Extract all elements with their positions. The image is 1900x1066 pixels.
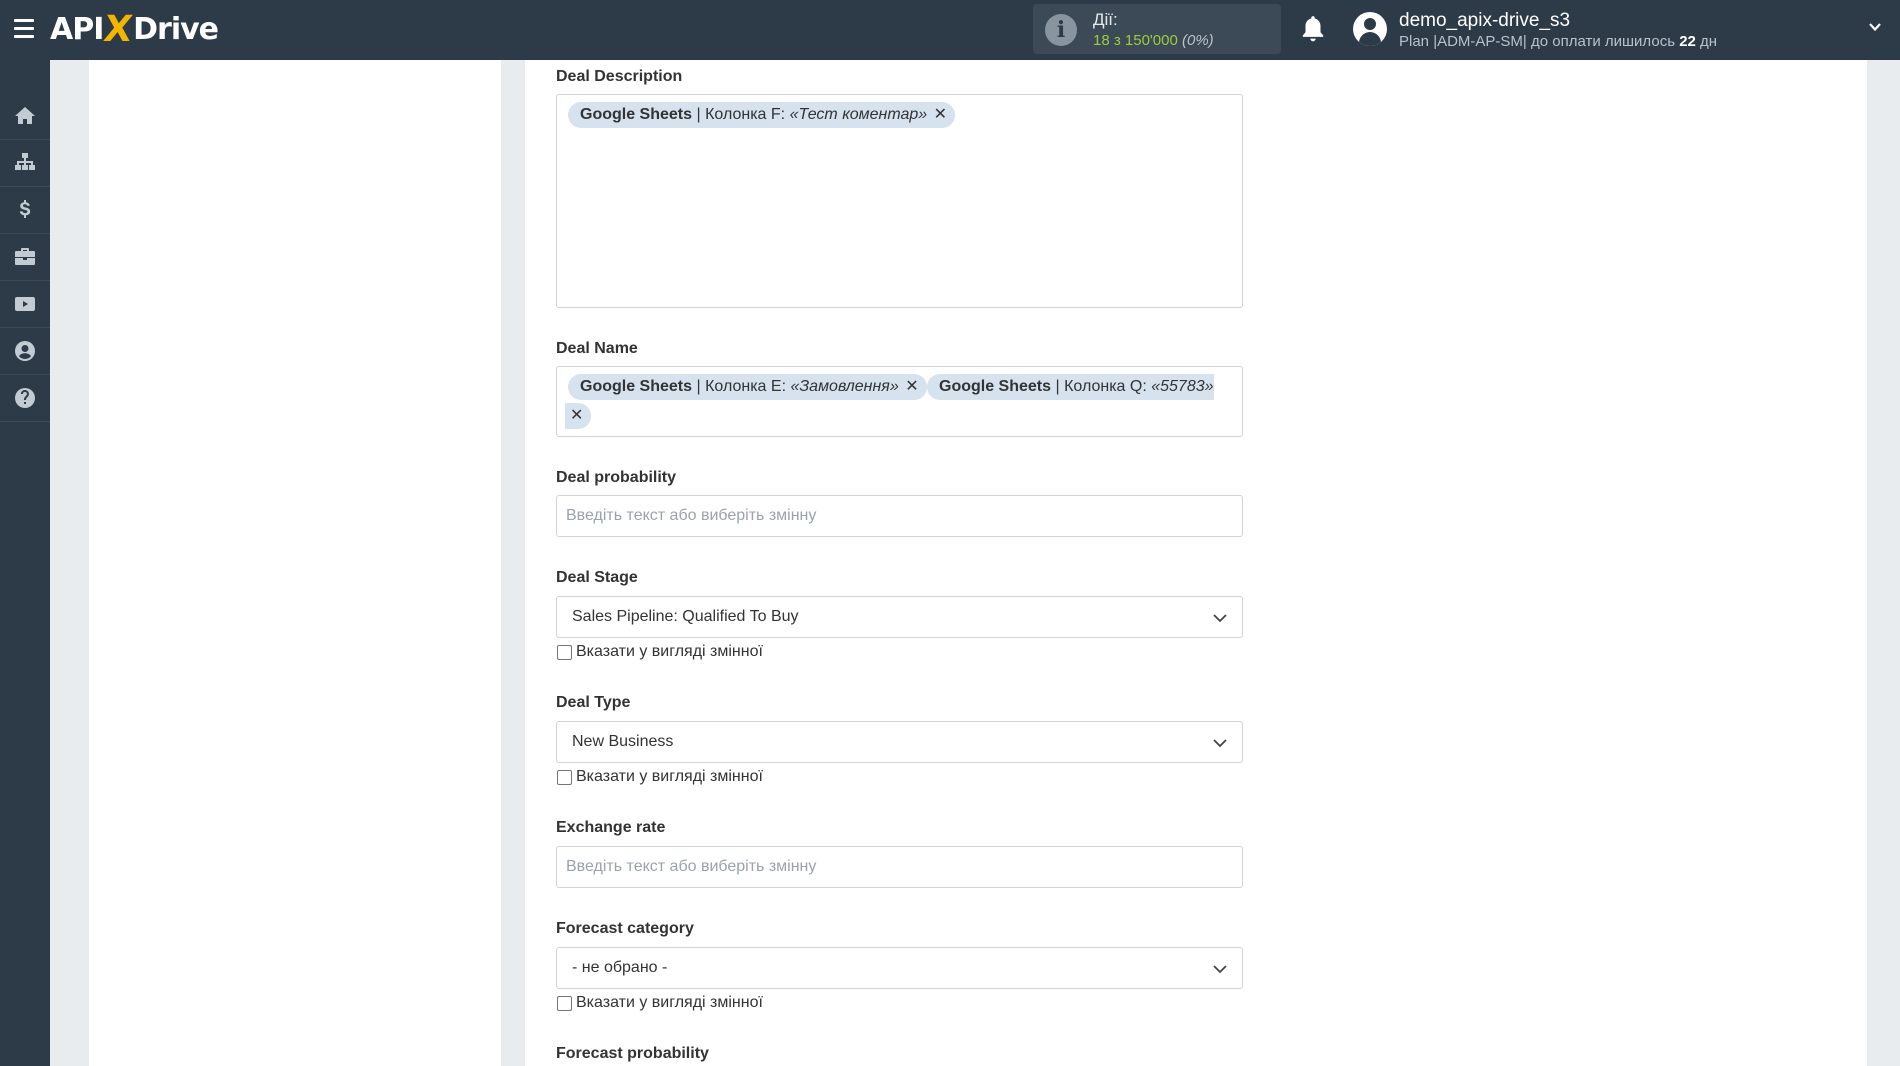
deal-probability-label: Deal probability bbox=[556, 469, 677, 486]
sidebar-item-videos[interactable] bbox=[0, 281, 50, 328]
tag-column: | Колонка F: bbox=[692, 106, 790, 123]
logo-text-drive: Drive bbox=[133, 12, 219, 47]
sitemap-icon bbox=[15, 153, 35, 170]
sidebar-item-account[interactable] bbox=[0, 328, 50, 375]
logo-text-api: API bbox=[50, 12, 104, 47]
remove-tag-icon[interactable]: ✕ bbox=[570, 407, 583, 424]
actions-percent: (0%) bbox=[1182, 32, 1214, 49]
chevron-down-icon bbox=[1213, 739, 1227, 748]
actions-counter[interactable]: i Дії: 18 з 150'000 (0%) bbox=[1033, 4, 1281, 54]
deal-description-field[interactable]: Google Sheets | Колонка F: «Тест комента… bbox=[556, 94, 1243, 308]
apix-drive-logo[interactable]: API X Drive bbox=[50, 9, 219, 50]
sidebar-item-billing[interactable] bbox=[0, 187, 50, 234]
deal-probability-input[interactable] bbox=[556, 495, 1243, 537]
menu-icon[interactable] bbox=[14, 19, 34, 38]
logo-text-x: X bbox=[101, 9, 136, 50]
deal-description-label: Deal Description bbox=[556, 68, 683, 85]
user-circle-icon bbox=[15, 341, 35, 361]
exchange-rate-input[interactable] bbox=[556, 846, 1243, 888]
actions-value: 18 з 150'000 (0%) bbox=[1093, 32, 1214, 49]
remove-tag-button[interactable]: ✕ bbox=[565, 403, 592, 429]
chevron-down-icon bbox=[1213, 965, 1227, 974]
checkbox[interactable] bbox=[557, 769, 572, 785]
sidebar bbox=[0, 60, 50, 1066]
deal-type-label: Deal Type bbox=[556, 694, 631, 711]
variable-tag[interactable]: Google Sheets | Колонка E: «Замовлення» … bbox=[568, 374, 927, 400]
tag-value: «Тест коментар» bbox=[789, 106, 928, 123]
question-icon bbox=[15, 388, 35, 408]
deal-stage-variable-toggle[interactable]: Вказати у вигляді змінної bbox=[557, 642, 763, 662]
deal-name-field[interactable]: Google Sheets | Колонка E: «Замовлення» … bbox=[556, 366, 1243, 437]
checkbox-label: Вказати у вигляді змінної bbox=[576, 768, 763, 785]
checkbox-label: Вказати у вигляді змінної bbox=[576, 643, 763, 660]
plan-info: Plan |ADM-AP-SM| до оплати лишилось 22 д… bbox=[1399, 33, 1717, 50]
deal-stage-value: Sales Pipeline: Qualified To Buy bbox=[572, 608, 799, 625]
deal-stage-label: Deal Stage bbox=[556, 569, 638, 586]
checkbox[interactable] bbox=[557, 644, 572, 660]
info-icon: i bbox=[1045, 14, 1077, 46]
chevron-down-icon[interactable] bbox=[1868, 20, 1882, 34]
username[interactable]: demo_apix-drive_s3 bbox=[1399, 10, 1570, 32]
left-panel bbox=[89, 60, 501, 1066]
tag-column: | Колонка E: bbox=[692, 378, 791, 395]
bell-icon[interactable] bbox=[1300, 14, 1326, 44]
sidebar-item-home[interactable] bbox=[0, 93, 50, 140]
user-avatar-icon[interactable] bbox=[1353, 12, 1387, 46]
sidebar-item-help[interactable] bbox=[0, 375, 50, 422]
dollar-icon bbox=[19, 200, 31, 218]
remove-tag-icon[interactable]: ✕ bbox=[905, 378, 918, 395]
sidebar-item-connections[interactable] bbox=[0, 140, 50, 187]
tag-source: Google Sheets bbox=[580, 378, 693, 395]
plan-prefix: Plan |ADM-AP-SM| до оплати лишилось bbox=[1399, 33, 1680, 50]
tag-value: «55783» bbox=[1151, 378, 1214, 395]
video-icon bbox=[15, 297, 35, 311]
deal-type-variable-toggle[interactable]: Вказати у вигляді змінної bbox=[557, 767, 763, 787]
plan-days: 22 bbox=[1679, 33, 1696, 50]
variable-tag[interactable]: Google Sheets | Колонка Q: «55783» bbox=[927, 374, 1214, 400]
variable-tag[interactable]: Google Sheets | Колонка F: «Тест комента… bbox=[568, 102, 956, 128]
chevron-down-icon bbox=[1213, 614, 1227, 623]
remove-tag-icon[interactable]: ✕ bbox=[934, 106, 947, 123]
checkbox[interactable] bbox=[557, 995, 572, 1011]
top-bar: API X Drive i Дії: 18 з 150'000 (0%) dem… bbox=[0, 0, 1900, 60]
deal-name-label: Deal Name bbox=[556, 340, 638, 357]
deal-type-select[interactable]: New Business bbox=[556, 721, 1243, 763]
forecast-category-label: Forecast category bbox=[556, 920, 694, 937]
actions-count: 18 з 150'000 bbox=[1093, 32, 1178, 49]
briefcase-icon bbox=[15, 248, 35, 265]
tag-source: Google Sheets bbox=[939, 378, 1052, 395]
plan-suffix: дн bbox=[1695, 33, 1718, 50]
checkbox-label: Вказати у вигляді змінної bbox=[576, 994, 763, 1011]
forecast-category-variable-toggle[interactable]: Вказати у вигляді змінної bbox=[557, 993, 763, 1013]
sidebar-item-projects[interactable] bbox=[0, 234, 50, 281]
forecast-category-select[interactable]: - не обрано - bbox=[556, 947, 1243, 989]
exchange-rate-label: Exchange rate bbox=[556, 819, 666, 836]
forecast-probability-label: Forecast probability bbox=[556, 1045, 709, 1062]
actions-label: Дії: bbox=[1093, 10, 1118, 29]
home-icon bbox=[15, 107, 35, 124]
deal-stage-select[interactable]: Sales Pipeline: Qualified To Buy bbox=[556, 596, 1243, 638]
forecast-category-value: - не обрано - bbox=[572, 959, 668, 976]
deal-type-value: New Business bbox=[572, 733, 674, 750]
tag-value: «Замовлення» bbox=[790, 378, 899, 395]
tag-source: Google Sheets bbox=[580, 106, 693, 123]
tag-column: | Колонка Q: bbox=[1051, 378, 1152, 395]
